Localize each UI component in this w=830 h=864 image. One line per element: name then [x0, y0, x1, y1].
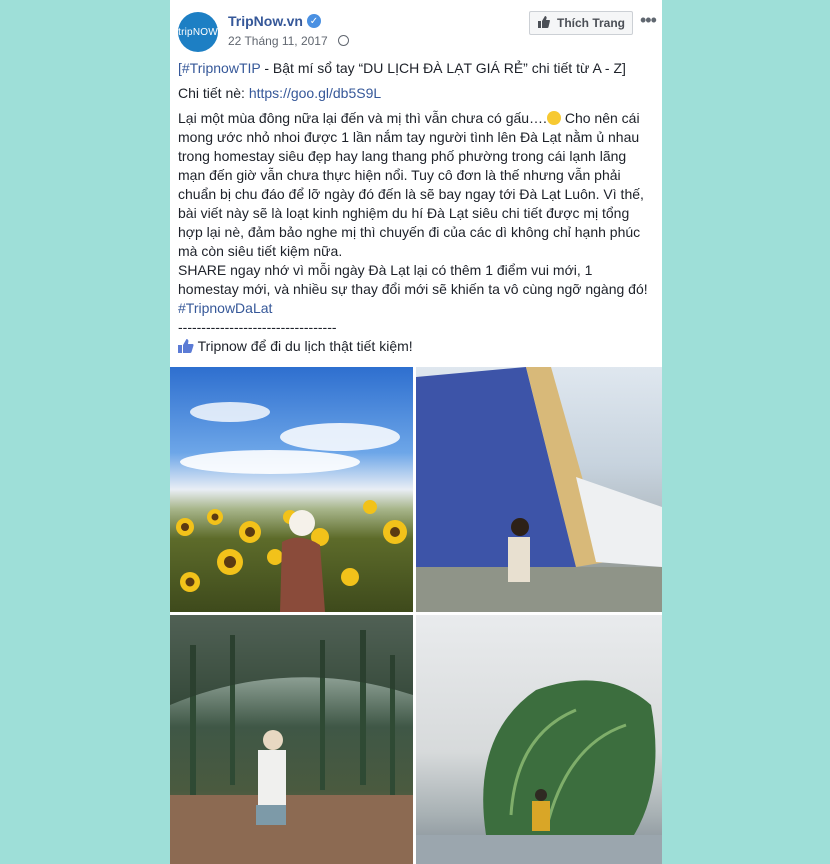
- thumbs-up-icon: [538, 15, 552, 31]
- title-line: - Bật mí sổ tay “DU LỊCH ĐÀ LẠT GIÁ RẺ” …: [260, 60, 626, 76]
- like-page-label: Thích Trang: [557, 16, 626, 30]
- like-page-button[interactable]: Thích Trang: [529, 11, 633, 35]
- divider-line: ----------------------------------: [178, 319, 337, 335]
- blue-thumbs-up-icon: [178, 339, 194, 353]
- pine-forest-photo[interactable]: [170, 615, 413, 864]
- paragraph-1: Lại một mùa đông nữa lại đến và mị thì v…: [178, 110, 547, 126]
- post-header: tripNOW TripNow.vn ✓ 22 Tháng 11, 2017 T…: [170, 0, 662, 58]
- post-date[interactable]: 22 Tháng 11, 2017: [228, 34, 328, 48]
- smiley-emoji-icon: [546, 111, 561, 125]
- page-avatar[interactable]: tripNOW: [178, 12, 218, 52]
- photo-grid: [170, 367, 662, 864]
- facebook-post: tripNOW TripNow.vn ✓ 22 Tháng 11, 2017 T…: [170, 0, 662, 864]
- a-frame-house-photo[interactable]: [416, 367, 662, 612]
- post-text: [#TripnowTIP - Bật mí sổ tay “DU LỊCH ĐÀ…: [178, 58, 656, 362]
- paragraph-2: SHARE ngay nhớ vì mỗi ngày Đà Lạt lại có…: [178, 262, 648, 297]
- page-name-link[interactable]: TripNow.vn: [228, 13, 303, 29]
- short-link[interactable]: https://goo.gl/db5S9L: [249, 85, 381, 101]
- more-options-button[interactable]: •••: [640, 10, 657, 31]
- hashtag-tripnowtip[interactable]: [#TripnowTIP: [178, 60, 260, 76]
- glass-dome-building-photo[interactable]: [416, 615, 662, 864]
- paragraph-1-continued: Cho nên cái mong ước nhỏ nhoi được 1 lần…: [178, 110, 644, 259]
- sunflower-field-photo[interactable]: [170, 367, 413, 612]
- hashtag-tripnowdalat[interactable]: #TripnowDaLat: [178, 300, 272, 316]
- closing-line: Tripnow để đi du lịch thật tiết kiệm!: [194, 338, 413, 354]
- verified-check-icon: ✓: [307, 14, 321, 28]
- globe-icon: [338, 35, 349, 46]
- link-label: Chi tiết nè:: [178, 85, 249, 101]
